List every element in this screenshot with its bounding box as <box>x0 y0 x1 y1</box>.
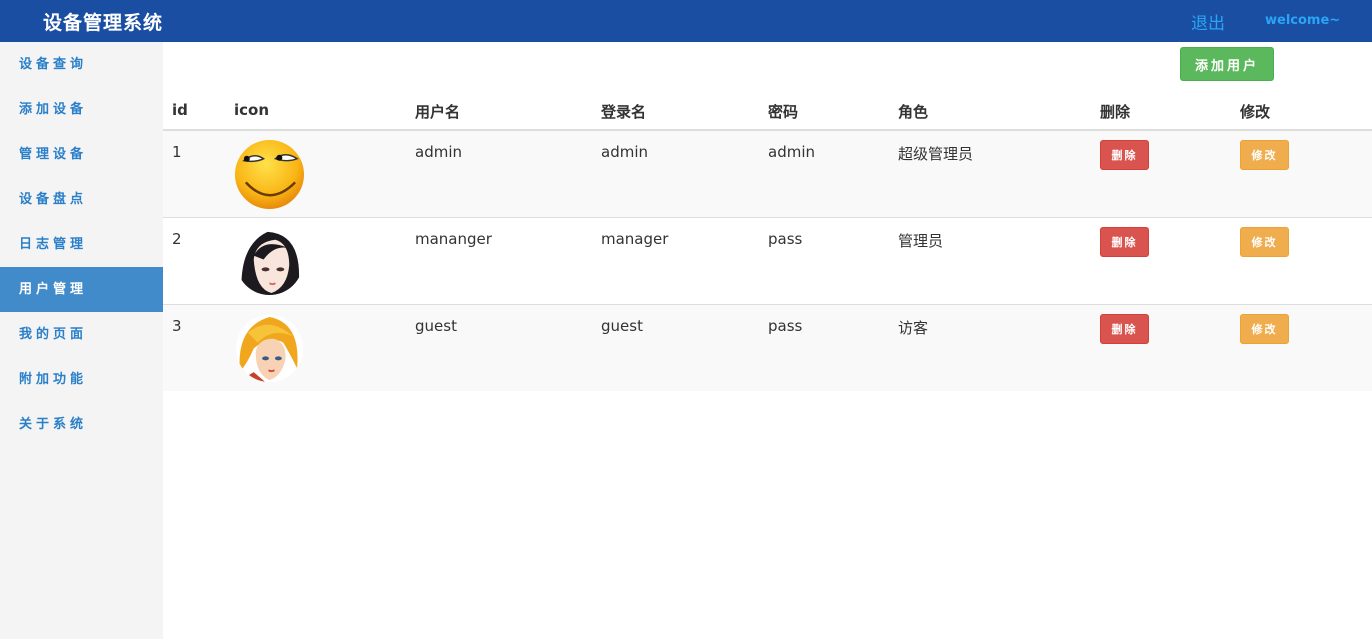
smiley-avatar-icon <box>234 139 305 210</box>
cell-id: 3 <box>172 317 182 335</box>
table-row: 1 admin admin admin 超级管理员 删除 修改 <box>163 131 1372 218</box>
cell-password: pass <box>768 317 803 335</box>
delete-button[interactable]: 删除 <box>1100 140 1149 170</box>
cell-role: 管理员 <box>898 232 944 250</box>
sidebar-item-add-device[interactable]: 添加设备 <box>0 87 163 132</box>
sidebar-item-device-inventory[interactable]: 设备盘点 <box>0 177 163 222</box>
top-navbar: 设备管理系统 退出 welcome~ <box>0 0 1372 42</box>
cell-id: 1 <box>172 143 182 161</box>
cell-password: admin <box>768 143 815 161</box>
cell-login: guest <box>601 317 643 335</box>
blonde-girl-avatar-icon <box>235 314 304 383</box>
cell-username: guest <box>415 317 457 335</box>
user-table: id icon 用户名 登录名 密码 角色 删除 修改 1 admin admi… <box>163 88 1372 391</box>
cell-role: 超级管理员 <box>898 145 974 163</box>
cell-login: admin <box>601 143 648 161</box>
welcome-text: welcome~ <box>1265 13 1341 28</box>
sidebar-item-my-page[interactable]: 我的页面 <box>0 312 163 357</box>
table-row: 2 mananger manager pass 管理员 删除 修改 <box>163 218 1372 305</box>
delete-button[interactable]: 删除 <box>1100 227 1149 257</box>
sidebar-item-about-system[interactable]: 关于系统 <box>0 402 163 447</box>
dark-hair-girl-avatar-icon <box>235 227 304 296</box>
table-row: 3 guest guest pass 访客 删除 修改 <box>163 305 1372 391</box>
sidebar-item-log-management[interactable]: 日志管理 <box>0 222 163 267</box>
add-user-button[interactable]: 添加用户 <box>1180 47 1274 81</box>
table-header: id icon 用户名 登录名 密码 角色 删除 修改 <box>163 88 1372 131</box>
column-header-username: 用户名 <box>415 103 461 121</box>
column-header-delete: 删除 <box>1100 103 1131 121</box>
edit-button[interactable]: 修改 <box>1240 314 1289 344</box>
column-header-role: 角色 <box>898 103 929 121</box>
cell-username: mananger <box>415 230 492 248</box>
cell-password: pass <box>768 230 803 248</box>
delete-button[interactable]: 删除 <box>1100 314 1149 344</box>
column-header-login: 登录名 <box>601 103 647 121</box>
sidebar-item-extra-features[interactable]: 附加功能 <box>0 357 163 402</box>
sidebar-item-manage-device[interactable]: 管理设备 <box>0 132 163 177</box>
column-header-edit: 修改 <box>1240 103 1271 121</box>
app-title: 设备管理系统 <box>43 12 164 34</box>
sidebar: 设备查询 添加设备 管理设备 设备盘点 日志管理 用户管理 我的页面 附加功能 … <box>0 42 163 639</box>
cell-id: 2 <box>172 230 182 248</box>
main-content: 添加用户 id icon 用户名 登录名 密码 角色 删除 修改 1 admin… <box>163 42 1372 639</box>
cell-username: admin <box>415 143 462 161</box>
sidebar-item-device-query[interactable]: 设备查询 <box>0 42 163 87</box>
column-header-icon: icon <box>234 101 270 119</box>
edit-button[interactable]: 修改 <box>1240 140 1289 170</box>
edit-button[interactable]: 修改 <box>1240 227 1289 257</box>
cell-role: 访客 <box>898 319 929 337</box>
cell-login: manager <box>601 230 669 248</box>
column-header-password: 密码 <box>768 103 799 121</box>
logout-link[interactable]: 退出 <box>1191 9 1225 34</box>
column-header-id: id <box>172 101 188 119</box>
sidebar-item-user-management[interactable]: 用户管理 <box>0 267 163 312</box>
